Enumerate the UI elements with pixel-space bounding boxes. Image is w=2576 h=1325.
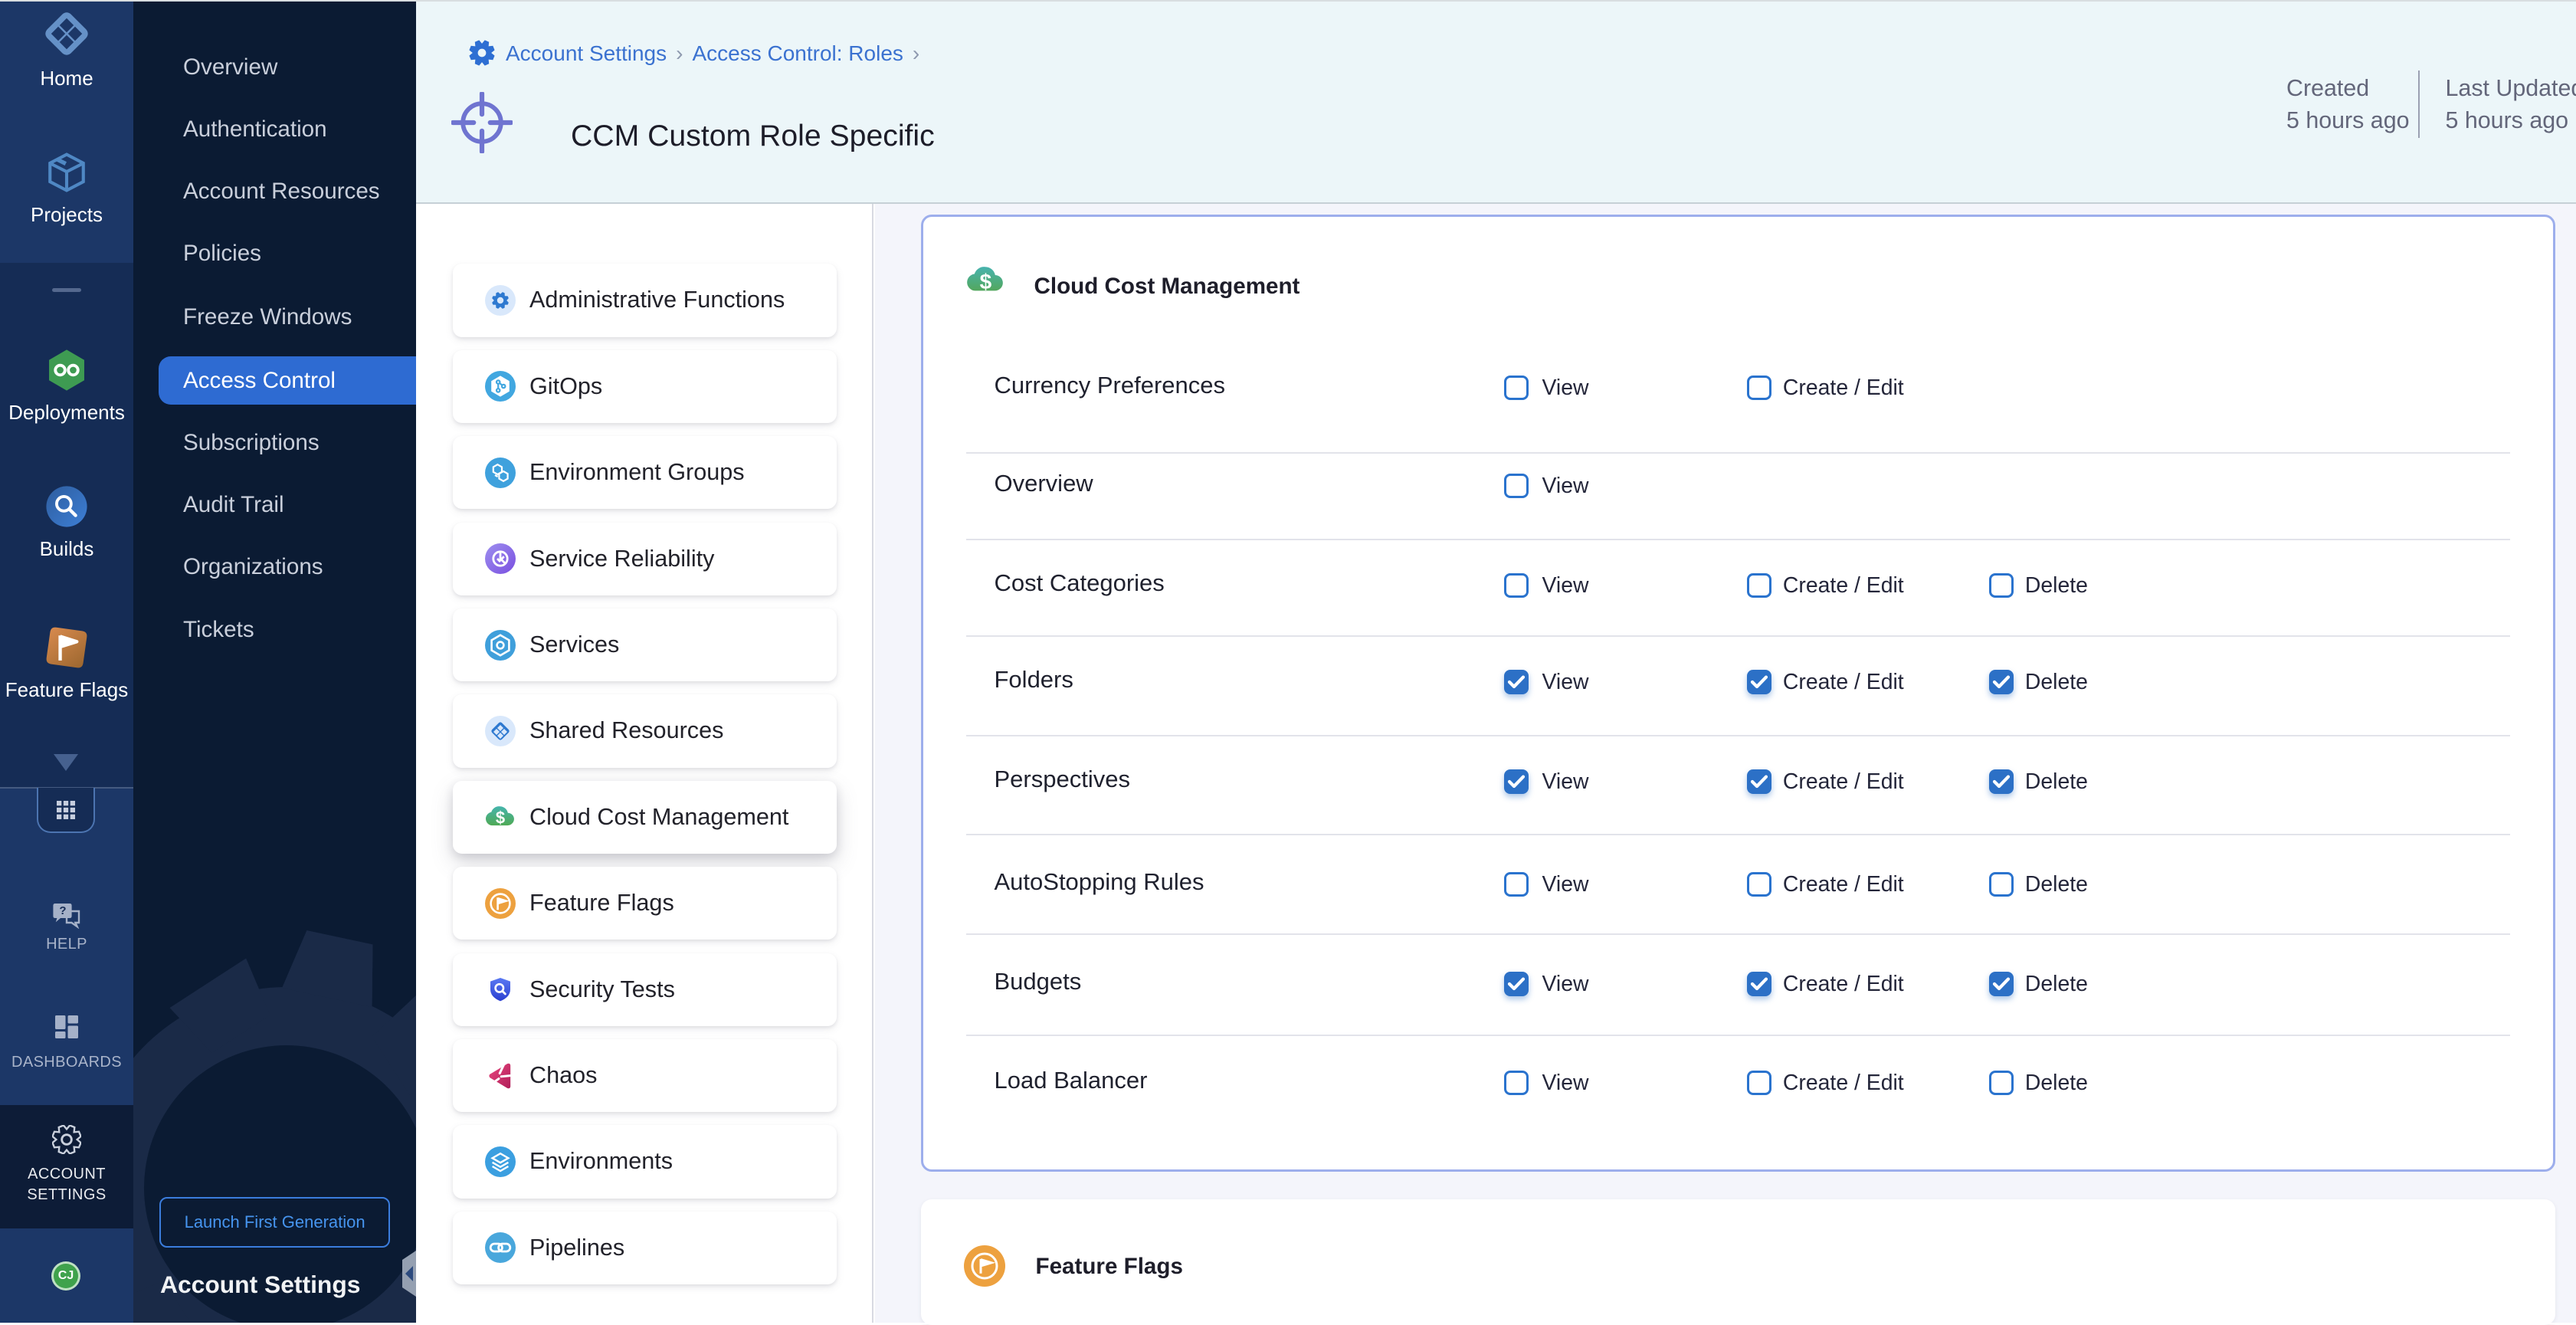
svg-text:$: $ — [496, 808, 505, 828]
svg-text:?: ? — [59, 904, 66, 917]
svg-text:$: $ — [979, 270, 991, 294]
